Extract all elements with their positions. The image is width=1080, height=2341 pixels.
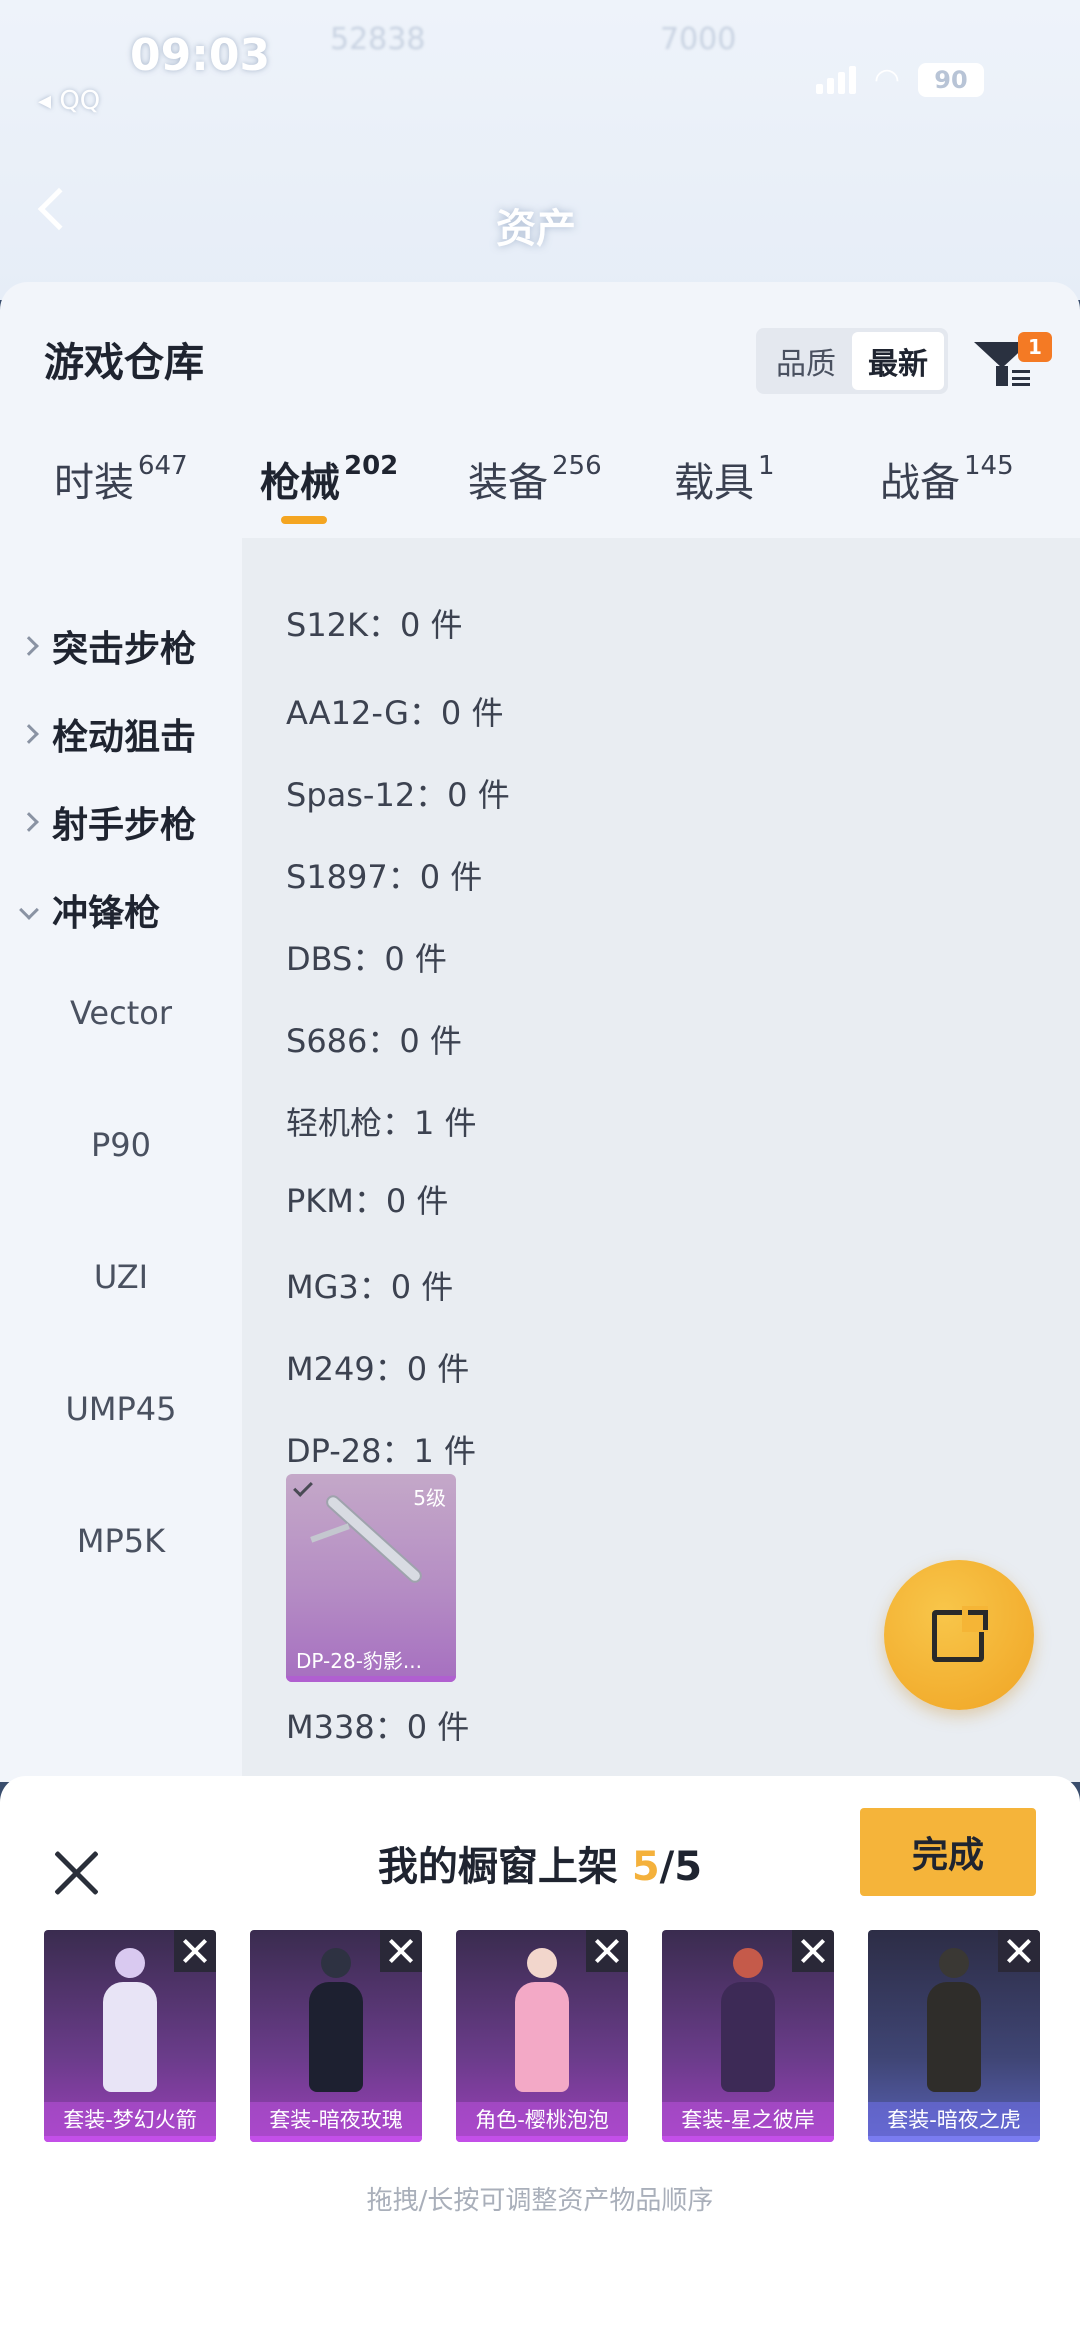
list-item[interactable]: DBS：0 件: [286, 934, 447, 980]
shelf-count-current: 5: [631, 1844, 660, 1890]
shelf-count-total: /5: [659, 1844, 703, 1890]
remove-icon[interactable]: [380, 1930, 422, 1972]
slot-label: 套装-梦幻火箭: [44, 2102, 216, 2136]
shelf-slot[interactable]: 套装-梦幻火箭: [44, 1930, 216, 2142]
list-item[interactable]: S1897：0 件: [286, 852, 482, 898]
shelf-slots: 套装-梦幻火箭 套装-暗夜玫瑰 角色-樱桃泡泡 套装-星之彼岸 套装-暗夜之虎: [44, 1930, 1044, 2142]
check-icon: [293, 1477, 313, 1497]
item-name: DP-28-豹影...: [296, 1649, 422, 1673]
status-time: 09:03: [130, 30, 271, 81]
list-item[interactable]: 轻机枪：1 件: [286, 1098, 477, 1144]
tab-equipment[interactable]: 装备 256: [468, 450, 602, 508]
outfit-image: [718, 1948, 778, 2098]
sheet-header: 游戏仓库 品质 最新 1: [0, 282, 1080, 400]
sort-toggle: 品质 最新: [756, 328, 948, 394]
shelf-slot[interactable]: 套装-暗夜玫瑰: [250, 1930, 422, 2142]
slot-label: 角色-樱桃泡泡: [456, 2102, 628, 2136]
chevron-right-icon: [19, 636, 39, 656]
remove-icon[interactable]: [174, 1930, 216, 1972]
weapon-item-card[interactable]: 5级 DP-28-豹影...: [286, 1474, 456, 1682]
wifi-icon: ◠: [873, 62, 900, 97]
list-item[interactable]: DP-28：1 件: [286, 1426, 476, 1472]
list-item[interactable]: AA12-G：0 件: [286, 688, 503, 734]
reorder-hint: 拖拽/长按可调整资产物品顺序: [366, 2186, 714, 2216]
status-back-link[interactable]: ◂ QQ: [38, 86, 100, 116]
status-icons: ◠ 90: [815, 62, 984, 97]
sidebar-subitem-uzi[interactable]: UZI: [0, 1258, 242, 1296]
share-button[interactable]: [884, 1560, 1034, 1710]
done-button[interactable]: 完成: [860, 1808, 1036, 1896]
tab-count: 1: [758, 450, 775, 481]
tab-vehicles[interactable]: 载具 1: [674, 450, 775, 508]
shelf-slot[interactable]: 套装-暗夜之虎: [868, 1930, 1040, 2142]
shelf-panel: 我的橱窗上架 5/5 完成 套装-梦幻火箭 套装-暗夜玫瑰 角色-樱桃泡泡 套装…: [0, 1776, 1080, 2341]
remove-icon[interactable]: [998, 1930, 1040, 1972]
list-item[interactable]: MG3：0 件: [286, 1262, 453, 1308]
list-item[interactable]: S686：0 件: [286, 1016, 462, 1062]
filter-badge: 1: [1018, 332, 1052, 362]
outfit-image: [924, 1948, 984, 2098]
slot-label: 套装-星之彼岸: [662, 2102, 834, 2136]
ghost-number: 7000: [660, 22, 737, 57]
signal-icon: [815, 65, 856, 94]
slot-label: 套装-暗夜玫瑰: [250, 2102, 422, 2136]
shelf-slot[interactable]: 角色-樱桃泡泡: [456, 1930, 628, 2142]
outfit-image: [306, 1948, 366, 2098]
sidebar-subitem-p90[interactable]: P90: [0, 1126, 242, 1164]
sidebar-item-assault-rifle[interactable]: 突击步枪: [0, 616, 242, 676]
tab-count: 202: [344, 450, 399, 481]
remove-icon[interactable]: [586, 1930, 628, 1972]
sidebar-subitem-ump45[interactable]: UMP45: [0, 1390, 242, 1428]
tab-count: 145: [964, 450, 1014, 481]
outfit-image: [512, 1948, 572, 2098]
active-tab-indicator: [281, 516, 327, 524]
weapon-category-sidebar: 突击步枪 栓动狙击 射手步枪 冲锋枪 Vector P90 UZI UMP45 …: [0, 538, 242, 1782]
back-arrow-icon[interactable]: [37, 187, 81, 231]
sidebar-item-marksman-rifle[interactable]: 射手步枪: [0, 792, 242, 852]
chevron-right-icon: [19, 812, 39, 832]
category-tabs: 时装 647 枪械 202 装备 256 载具 1 战备 145: [0, 432, 1080, 538]
remove-icon[interactable]: [792, 1930, 834, 1972]
filter-button[interactable]: 1: [972, 332, 1052, 392]
list-item[interactable]: S12K：0 件: [286, 600, 463, 646]
slot-label: 套装-暗夜之虎: [868, 2102, 1040, 2136]
tab-supplies[interactable]: 战备 145: [880, 450, 1014, 508]
list-item[interactable]: Spas-12：0 件: [286, 770, 510, 816]
warehouse-sheet: 游戏仓库 品质 最新 1 时装 647 枪械 202 装备 256 载具 1 战备 145…: [0, 282, 1080, 1782]
tab-fashion[interactable]: 时装 647: [54, 450, 188, 508]
tab-weapons[interactable]: 枪械 202: [260, 450, 398, 508]
ghost-number: 52838: [330, 22, 426, 57]
shelf-slot[interactable]: 套装-星之彼岸: [662, 1930, 834, 2142]
battery-icon: 90: [918, 62, 984, 97]
list-item[interactable]: M338：0 件: [286, 1702, 469, 1748]
weapon-image: [326, 1495, 422, 1583]
sidebar-subitem-mp5k[interactable]: MP5K: [0, 1522, 242, 1560]
item-level: 5级: [413, 1486, 446, 1510]
background-page-title: 资产: [496, 206, 576, 252]
chevron-right-icon: [19, 724, 39, 744]
outfit-image: [100, 1948, 160, 2098]
tab-count: 647: [138, 450, 188, 481]
list-item[interactable]: PKM：0 件: [286, 1176, 448, 1222]
sort-quality[interactable]: 品质: [760, 332, 852, 390]
sheet-title: 游戏仓库: [44, 340, 204, 386]
sidebar-subitem-vector[interactable]: Vector: [0, 994, 242, 1032]
chevron-down-icon: [19, 900, 39, 920]
sidebar-item-bolt-sniper[interactable]: 栓动狙击: [0, 704, 242, 764]
sort-newest[interactable]: 最新: [852, 332, 944, 390]
rarity-bar: [286, 1676, 456, 1682]
list-item[interactable]: M249：0 件: [286, 1344, 469, 1390]
sidebar-item-smg[interactable]: 冲锋枪: [0, 880, 242, 940]
tab-count: 256: [552, 450, 602, 481]
